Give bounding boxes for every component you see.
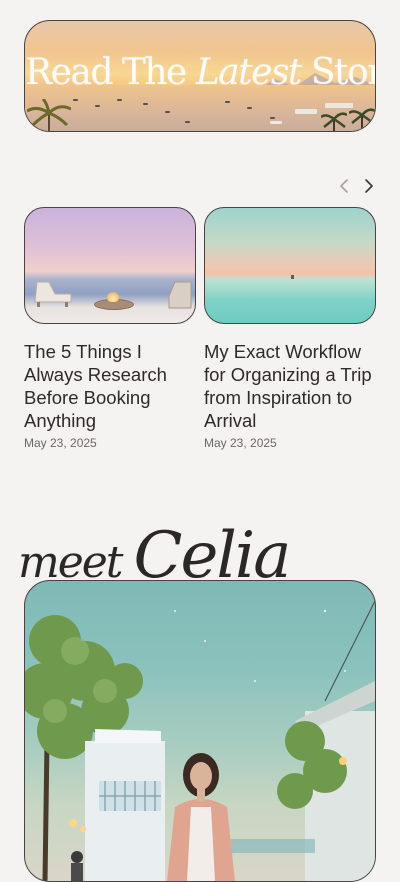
post-thumbnail[interactable] [204,207,376,324]
post-card[interactable]: The 5 Things I Always Research Before Bo… [24,207,196,450]
hero-title-part1: Read The [25,52,196,93]
lounge-chair-graphic [168,281,192,309]
hero-title: Read The Latest Stories [25,55,375,91]
chevron-left-icon [340,179,348,193]
sailboat-graphic [291,275,294,279]
carousel-next-button[interactable] [362,178,376,194]
post-title[interactable]: My Exact Workflow for Organizing a Trip … [204,340,376,432]
celia-portrait-image [24,580,376,882]
post-title[interactable]: The 5 Things I Always Research Before Bo… [24,340,196,432]
post-thumbnail[interactable] [24,207,196,324]
palm-tree-icon [349,108,375,131]
post-date: May 23, 2025 [24,436,97,450]
hero-banner[interactable]: Read The Latest Stories [24,20,376,132]
chevron-right-icon [365,179,373,193]
meet-heading-text: meet Celia [18,524,291,588]
palm-tree-icon [27,99,71,131]
hero-title-part2: Stories [310,52,375,93]
lounge-chair-graphic [34,281,72,307]
post-date: May 23, 2025 [204,436,277,450]
hero-title-italic: Latest [195,52,303,93]
post-card[interactable]: My Exact Workflow for Organizing a Trip … [204,207,376,450]
palm-tree-icon [321,112,347,131]
carousel-prev-button[interactable] [337,178,351,194]
portrait-scene [25,600,375,881]
flame-graphic [107,292,119,302]
